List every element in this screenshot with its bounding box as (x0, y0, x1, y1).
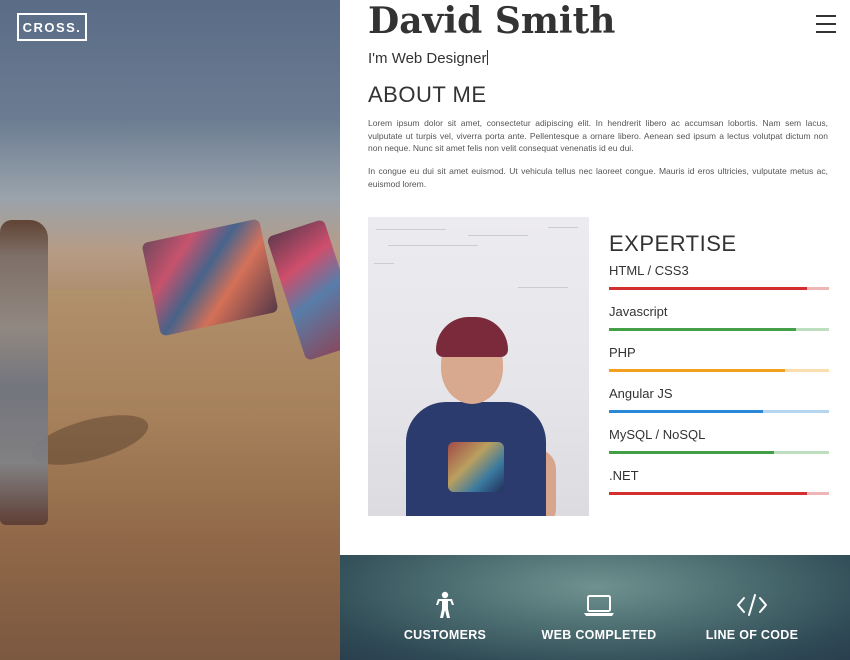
skill-bar (609, 492, 829, 495)
stat-label: WEB COMPLETED (541, 628, 657, 642)
skill-bar (609, 287, 829, 290)
about-paragraph: In congue eu dui sit amet euismod. Ut ve… (368, 166, 828, 189)
typing-cursor (487, 50, 489, 65)
stat-web-completed: WEB COMPLETED (524, 555, 674, 660)
profile-tagline: I'm Web Designer (368, 50, 489, 67)
skill-item: HTML / CSS3 (609, 263, 829, 290)
skill-label: MySQL / NoSQL (609, 427, 706, 442)
expertise-heading: EXPERTISE (609, 231, 737, 256)
stat-label: LINE OF CODE (705, 628, 799, 642)
tagline-text: I'm Web Designer (368, 50, 487, 67)
skill-bar (609, 369, 829, 372)
hero-ground (0, 290, 340, 660)
skill-item: Angular JS (609, 386, 829, 413)
skill-label: Javascript (609, 304, 668, 319)
main-content: David Smith I'm Web Designer ABOUT ME Lo… (340, 0, 850, 555)
skill-label: Angular JS (609, 386, 673, 401)
site-logo[interactable]: CROSS. (17, 13, 87, 41)
skill-label: PHP (609, 345, 636, 360)
skill-bar (609, 328, 829, 331)
skill-item: .NET (609, 468, 829, 495)
about-heading: ABOUT ME (368, 82, 487, 107)
skill-item: MySQL / NoSQL (609, 427, 829, 454)
laptop-icon (584, 595, 614, 616)
code-icon (737, 594, 767, 616)
stat-label: CUSTOMERS (403, 628, 487, 642)
hero-person (0, 220, 48, 525)
stat-customers: CUSTOMERS (370, 555, 520, 660)
profile-name: David Smith (368, 0, 616, 42)
profile-photo (368, 217, 589, 516)
stat-line-of-code: LINE OF CODE (677, 555, 827, 660)
skill-label: .NET (609, 468, 639, 483)
skill-item: PHP (609, 345, 829, 372)
hero-image: CROSS. (0, 0, 340, 660)
person-icon (436, 591, 454, 618)
hamburger-menu-icon[interactable] (816, 15, 836, 33)
skill-bar (609, 410, 829, 413)
stats-band: CUSTOMERS WEB COMPLETED LINE OF CODE (340, 555, 850, 660)
skill-item: Javascript (609, 304, 829, 331)
skill-bar (609, 451, 829, 454)
skill-label: HTML / CSS3 (609, 263, 689, 278)
about-paragraph: Lorem ipsum dolor sit amet, consectetur … (368, 118, 828, 153)
